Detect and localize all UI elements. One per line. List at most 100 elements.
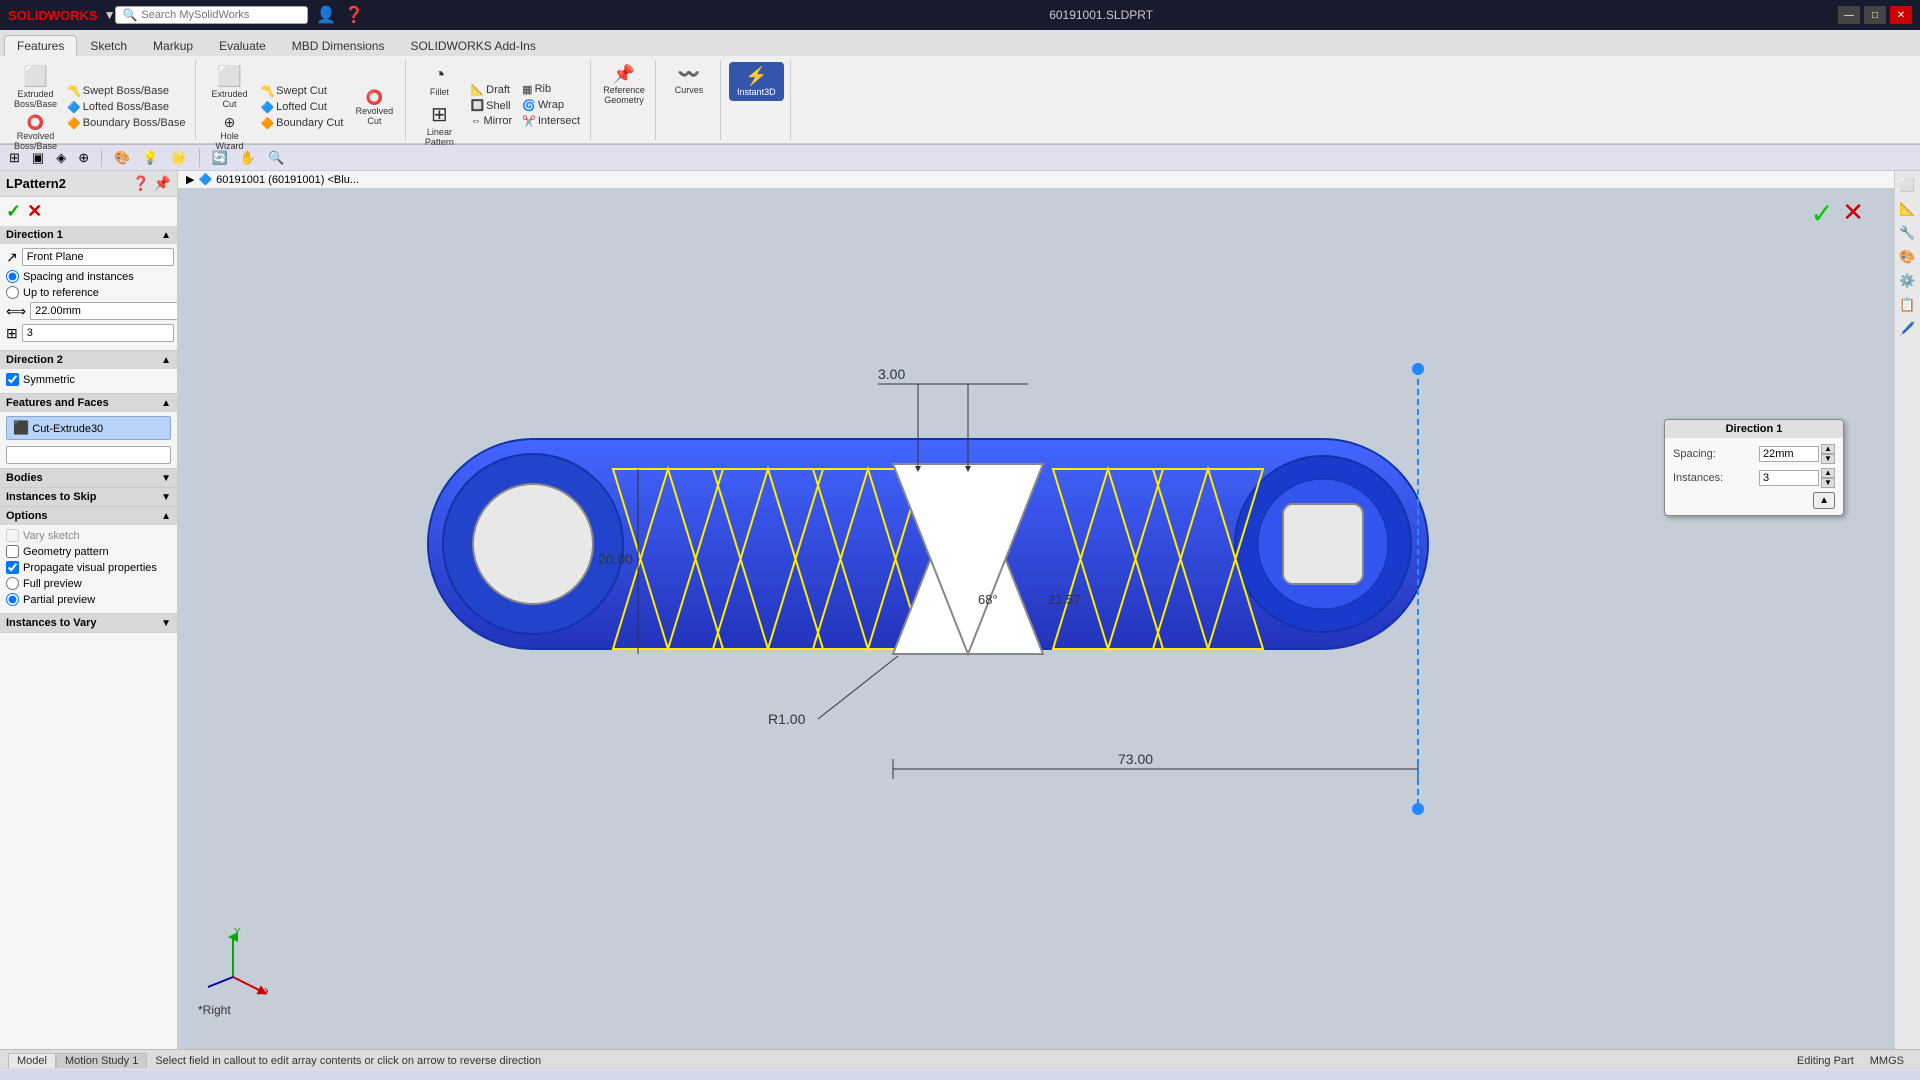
symmetric-checkbox[interactable] — [6, 373, 19, 386]
curves-button[interactable]: 〰️ Curves — [664, 62, 714, 97]
view-orientation-btn[interactable]: ⊞ — [6, 149, 23, 167]
full-preview-radio-input[interactable] — [6, 577, 19, 590]
panel-help-icon[interactable]: ❓ — [132, 175, 149, 192]
view-appearances-btn[interactable]: 🎨 — [111, 149, 133, 167]
revolved-cut-button[interactable]: ⭕ RevolvedCut — [349, 87, 399, 128]
lofted-boss-button[interactable]: 🔷 Lofted Boss/Base — [63, 100, 189, 115]
ribbon-group-reference: 📌 ReferenceGeometry — [593, 60, 656, 140]
callout-instances-down[interactable]: ▼ — [1821, 478, 1835, 488]
window-controls[interactable]: — □ ✕ — [1838, 6, 1912, 24]
feature-item[interactable]: ⬛ Cut-Extrude30 — [6, 416, 171, 440]
callout-collapse-btn[interactable]: ▲ — [1813, 492, 1835, 509]
instances-input[interactable] — [22, 324, 174, 342]
features-faces-header[interactable]: Features and Faces ▲ — [0, 394, 177, 412]
swept-boss-button[interactable]: 〽️ Swept Boss/Base — [63, 84, 189, 99]
direction1-header[interactable]: Direction 1 ▲ — [0, 226, 177, 244]
draft-button[interactable]: 📐 Draft — [466, 82, 516, 97]
view-hide-show-btn[interactable]: ⊕ — [75, 149, 92, 167]
rt-btn-2[interactable]: 📐 — [1898, 199, 1918, 219]
extruded-cut-button[interactable]: ⬜ ExtrudedCut — [204, 62, 254, 111]
bodies-header[interactable]: Bodies ▼ — [0, 469, 177, 487]
direction1-field-input[interactable] — [22, 248, 174, 266]
callout-instances-up[interactable]: ▲ — [1821, 468, 1835, 478]
ok-button[interactable]: ✓ — [6, 201, 21, 222]
instances-vary-header[interactable]: Instances to Vary ▼ — [0, 614, 177, 632]
options-header[interactable]: Options ▲ — [0, 507, 177, 525]
vary-sketch-check[interactable]: Vary sketch — [6, 529, 171, 542]
partial-preview-radio-input[interactable] — [6, 593, 19, 606]
tab-mbd[interactable]: MBD Dimensions — [279, 35, 398, 56]
up-to-reference-radio-input[interactable] — [6, 286, 19, 299]
shell-button[interactable]: 🔲 Shell — [466, 98, 516, 113]
rt-btn-3[interactable]: 🔧 — [1898, 223, 1918, 243]
geometry-pattern-checkbox[interactable] — [6, 545, 19, 558]
spacing-instances-radio[interactable]: Spacing and instances — [6, 270, 171, 283]
callout-spacing-up[interactable]: ▲ — [1821, 444, 1835, 454]
tab-evaluate[interactable]: Evaluate — [206, 35, 279, 56]
boundary-boss-button[interactable]: 🔶 Boundary Boss/Base — [63, 116, 189, 131]
search-input[interactable] — [141, 9, 301, 21]
view-section-btn[interactable]: ▣ — [29, 149, 47, 167]
view-zoom-btn[interactable]: 🔍 — [265, 149, 287, 167]
intersect-button[interactable]: ✂️ Intersect — [518, 114, 584, 129]
features-input[interactable] — [6, 446, 171, 464]
help-icon[interactable]: ❓ — [344, 5, 364, 25]
wrap-button[interactable]: 🌀 Wrap — [518, 98, 584, 113]
spacing-input[interactable] — [30, 302, 178, 320]
propagate-visual-checkbox[interactable] — [6, 561, 19, 574]
linear-pattern-label: LinearPattern — [425, 127, 454, 147]
rib-button[interactable]: ▦ Rib — [518, 82, 584, 97]
close-button[interactable]: ✕ — [1890, 6, 1912, 24]
callout-spacing-input[interactable] — [1759, 446, 1819, 462]
fillet-button[interactable]: ◔ Fillet — [414, 62, 464, 99]
swept-cut-button[interactable]: 〽️ Swept Cut — [256, 84, 347, 99]
linear-pattern-button[interactable]: ⊞ LinearPattern — [414, 100, 464, 149]
hole-wizard-button[interactable]: ⊕ HoleWizard — [204, 112, 254, 153]
user-icon[interactable]: 👤 — [316, 5, 336, 25]
propagate-visual-check[interactable]: Propagate visual properties — [6, 561, 171, 574]
boundary-boss-icon: 🔶 — [67, 117, 81, 130]
tab-markup[interactable]: Markup — [140, 35, 206, 56]
minimize-button[interactable]: — — [1838, 6, 1860, 24]
rt-btn-5[interactable]: ⚙️ — [1898, 271, 1918, 291]
boundary-cut-button[interactable]: 🔶 Boundary Cut — [256, 116, 347, 131]
view-pan-btn[interactable]: ✋ — [237, 149, 259, 167]
bodies-chevron: ▼ — [161, 473, 171, 484]
extruded-boss-button[interactable]: ⬜ ExtrudedBoss/Base — [10, 62, 61, 111]
view-rotate-btn[interactable]: 🔄 — [209, 149, 231, 167]
geometry-pattern-check[interactable]: Geometry pattern — [6, 545, 171, 558]
instances-skip-header[interactable]: Instances to Skip ▼ — [0, 488, 177, 506]
revolved-boss-button[interactable]: ⭕ RevolvedBoss/Base — [10, 112, 61, 153]
instant3d-button[interactable]: ⚡ Instant3D — [729, 62, 784, 101]
tab-features[interactable]: Features — [4, 35, 77, 56]
rt-btn-6[interactable]: 📋 — [1898, 295, 1918, 315]
lofted-cut-button[interactable]: 🔷 Lofted Cut — [256, 100, 347, 115]
reference-geometry-button[interactable]: 📌 ReferenceGeometry — [599, 62, 649, 107]
partial-preview-radio[interactable]: Partial preview — [6, 593, 171, 606]
spacing-instances-radio-input[interactable] — [6, 270, 19, 283]
up-to-reference-radio[interactable]: Up to reference — [6, 286, 171, 299]
rt-btn-1[interactable]: ⬜ — [1898, 175, 1918, 195]
reject-button[interactable]: ✕ — [1842, 197, 1864, 228]
viewport[interactable]: ▶ 🔷 60191001 (60191001) <Blu... — [178, 171, 1894, 1049]
maximize-button[interactable]: □ — [1864, 6, 1886, 24]
view-realview-btn[interactable]: 🌟 — [167, 149, 189, 167]
rt-btn-7[interactable]: 🖊️ — [1898, 319, 1918, 339]
panel-pin-icon[interactable]: 📌 — [154, 175, 171, 192]
view-scene-btn[interactable]: 💡 — [139, 149, 161, 167]
view-display-style-btn[interactable]: ◈ — [53, 149, 69, 167]
mirror-button[interactable]: ⇔ Mirror — [466, 114, 516, 128]
tab-addins[interactable]: SOLIDWORKS Add-Ins — [397, 35, 548, 56]
tab-motion-study[interactable]: Motion Study 1 — [56, 1053, 147, 1068]
cancel-button[interactable]: ✕ — [27, 201, 42, 222]
tab-sketch[interactable]: Sketch — [77, 35, 140, 56]
full-preview-radio[interactable]: Full preview — [6, 577, 171, 590]
callout-spacing-down[interactable]: ▼ — [1821, 454, 1835, 464]
callout-instances-input[interactable] — [1759, 470, 1819, 486]
tab-model[interactable]: Model — [8, 1053, 56, 1068]
direction2-header[interactable]: Direction 2 ▲ — [0, 351, 177, 369]
search-bar[interactable]: 🔍 — [115, 6, 308, 24]
rt-btn-4[interactable]: 🎨 — [1898, 247, 1918, 267]
symmetric-check[interactable]: Symmetric — [6, 373, 171, 386]
accept-button[interactable]: ✓ — [1811, 197, 1834, 230]
